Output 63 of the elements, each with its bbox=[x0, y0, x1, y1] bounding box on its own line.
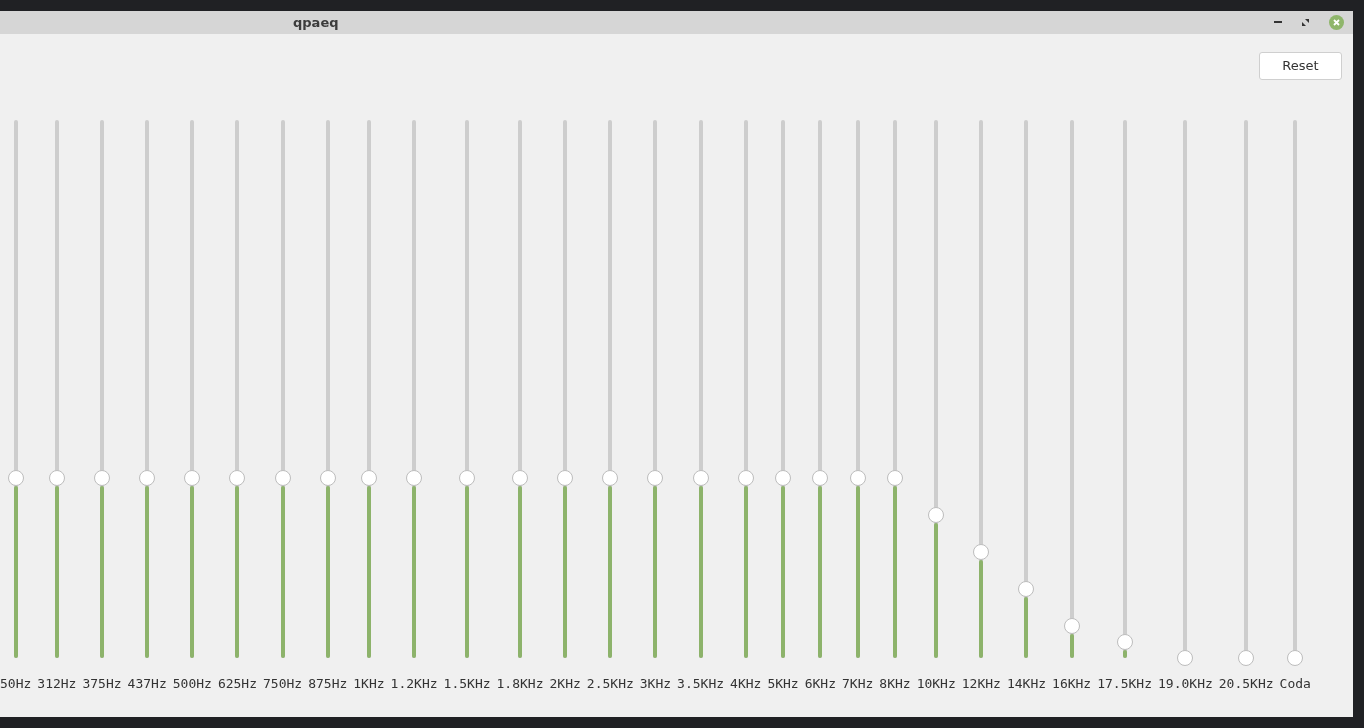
band-label: 1.8KHz bbox=[496, 675, 544, 693]
slider-thumb[interactable] bbox=[184, 469, 201, 486]
slider-thumb[interactable] bbox=[360, 469, 377, 486]
band-label: 500Hz bbox=[172, 675, 212, 693]
band-label: 1.5KHz bbox=[443, 675, 491, 693]
slider-thumb[interactable] bbox=[1116, 633, 1133, 650]
band-label: 750Hz bbox=[263, 675, 303, 693]
slider-thumb[interactable] bbox=[602, 469, 619, 486]
slider-thumb[interactable] bbox=[557, 469, 574, 486]
slider-thumb[interactable] bbox=[887, 469, 903, 486]
band-label: 875Hz bbox=[308, 675, 348, 693]
band-label: 19.0KHz bbox=[1158, 675, 1213, 693]
band-label: 2KHz bbox=[549, 675, 581, 693]
slider-thumb[interactable] bbox=[928, 506, 945, 523]
slider-thumb[interactable] bbox=[512, 469, 529, 486]
slider-thumb[interactable] bbox=[849, 469, 866, 486]
band-label: 20.5KHz bbox=[1218, 675, 1274, 693]
band-label: 50Hz bbox=[0, 675, 32, 693]
slider-thumb[interactable] bbox=[274, 469, 291, 486]
band-label: 3.5KHz bbox=[677, 675, 725, 693]
band-label: 3KHz bbox=[639, 675, 672, 693]
band-label: 625Hz bbox=[217, 675, 257, 693]
band-label: 12KHz bbox=[961, 675, 1001, 693]
slider-thumb[interactable] bbox=[973, 544, 990, 560]
minimize-icon[interactable] bbox=[1274, 21, 1282, 24]
band-label: 6KHz bbox=[804, 675, 836, 693]
slider-thumb[interactable] bbox=[406, 469, 423, 486]
slider-thumb[interactable] bbox=[1177, 650, 1194, 666]
close-icon[interactable] bbox=[1329, 15, 1344, 30]
slider-thumb[interactable] bbox=[1238, 650, 1255, 666]
band-label: 4KHz bbox=[730, 675, 762, 693]
slider-thumb[interactable] bbox=[737, 469, 754, 486]
band-label: 7KHz bbox=[842, 675, 874, 693]
slider-thumb[interactable] bbox=[139, 469, 156, 486]
band-label: 16KHz bbox=[1052, 675, 1092, 693]
band-label: 312Hz bbox=[37, 675, 77, 693]
slider-thumb[interactable] bbox=[48, 469, 65, 486]
slider-thumb[interactable] bbox=[812, 469, 829, 486]
reset-button[interactable]: Reset bbox=[1259, 52, 1342, 80]
band-label: 17.5KHz bbox=[1097, 675, 1152, 693]
window-title: qpaeq bbox=[293, 13, 339, 32]
slider-thumb[interactable] bbox=[319, 469, 336, 486]
slider-thumb[interactable] bbox=[94, 469, 110, 486]
slider-thumb[interactable] bbox=[229, 469, 246, 486]
band-label: 375Hz bbox=[82, 675, 122, 693]
slider-thumb[interactable] bbox=[1018, 581, 1035, 598]
restore-icon[interactable] bbox=[1302, 19, 1309, 26]
band-label: 14KHz bbox=[1006, 675, 1047, 693]
band-label: 5KHz bbox=[767, 675, 799, 693]
band-label: 437Hz bbox=[127, 675, 167, 693]
band-label: 1.2KHz bbox=[390, 675, 438, 693]
slider-thumb[interactable] bbox=[692, 469, 709, 486]
slider-thumb[interactable] bbox=[1063, 618, 1080, 635]
slider-thumb[interactable] bbox=[647, 469, 664, 486]
band-label: 1KHz bbox=[353, 675, 385, 693]
slider-thumb[interactable] bbox=[7, 469, 24, 486]
band-label: 10KHz bbox=[916, 675, 956, 693]
slider-thumb[interactable] bbox=[459, 469, 476, 486]
band-label: 2.5KHz bbox=[586, 675, 634, 693]
band-label: 8KHz bbox=[879, 675, 911, 693]
band-label: Coda bbox=[1279, 675, 1311, 693]
slider-thumb[interactable] bbox=[1287, 650, 1304, 666]
slider-thumb[interactable] bbox=[775, 469, 792, 486]
